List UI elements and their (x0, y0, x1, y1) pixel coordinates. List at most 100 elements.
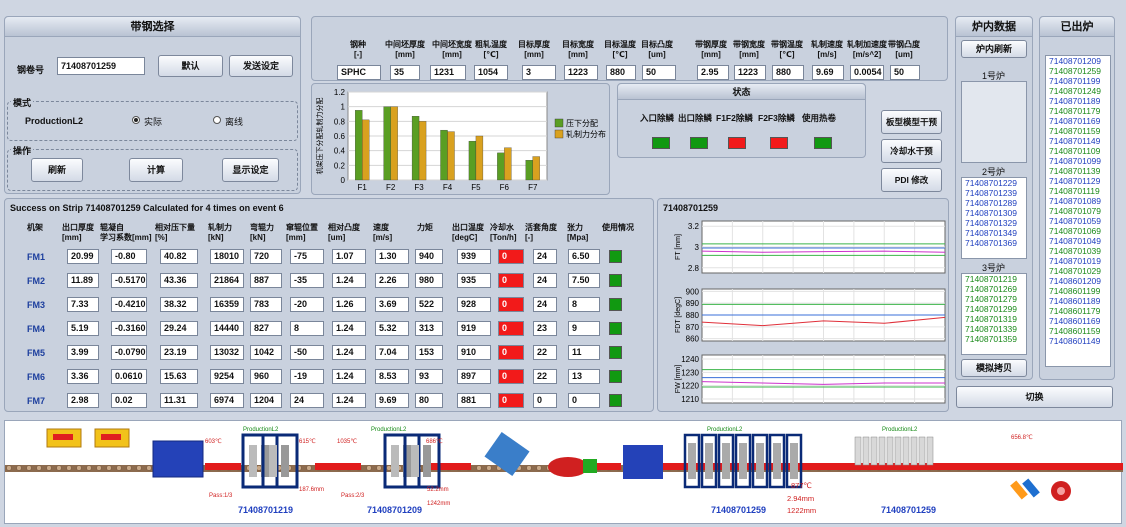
radio-actual[interactable] (132, 116, 140, 124)
furnace-2-list[interactable]: 71408701229 71408701239 71408701289 7140870… (961, 177, 1027, 259)
list-item[interactable]: 71408701279 (962, 294, 1026, 304)
calc-value-field[interactable]: 2.98 (67, 393, 99, 408)
list-item[interactable]: 71408701199 (1046, 76, 1110, 86)
calc-value-field[interactable]: 80 (415, 393, 443, 408)
calc-value-field[interactable]: 7.33 (67, 297, 99, 312)
list-item[interactable]: 71408701359 (962, 334, 1026, 344)
list-item[interactable]: 71408701259 (1046, 66, 1110, 76)
list-item[interactable]: 71408701059 (1046, 216, 1110, 226)
calc-value-field[interactable]: -20 (290, 297, 324, 312)
list-item[interactable]: 71408701339 (962, 324, 1026, 334)
calc-value-field[interactable]: -0.3160 (111, 321, 147, 336)
param-value-field[interactable]: 1223 (564, 65, 598, 80)
calc-value-field[interactable]: 3.36 (67, 369, 99, 384)
list-item[interactable]: 71408701129 (1046, 176, 1110, 186)
list-item[interactable]: 71408601209 (1046, 276, 1110, 286)
calc-value-field[interactable]: 8 (290, 321, 324, 336)
calc-value-field[interactable]: 7.04 (375, 345, 409, 360)
cooling-water-field[interactable]: 0 (498, 297, 524, 312)
param-value-field[interactable]: 9.69 (812, 65, 844, 80)
list-item[interactable]: 71408701239 (962, 188, 1026, 198)
calc-value-field[interactable]: 783 (250, 297, 282, 312)
list-item[interactable]: 71408701289 (962, 198, 1026, 208)
list-item[interactable]: 71408601189 (1046, 296, 1110, 306)
show-settings-button[interactable]: 显示设定 (222, 158, 279, 182)
calc-value-field[interactable]: 14440 (210, 321, 244, 336)
radio-offline[interactable] (213, 116, 221, 124)
cooling-water-field[interactable]: 0 (498, 249, 524, 264)
calc-value-field[interactable]: 1.26 (332, 297, 366, 312)
furnace-1-list[interactable] (961, 81, 1027, 163)
calc-value-field[interactable]: 8.53 (375, 369, 409, 384)
list-item[interactable]: 71408701039 (1046, 246, 1110, 256)
calc-value-field[interactable]: 6.50 (568, 249, 600, 264)
cooling-water-field[interactable]: 0 (498, 393, 524, 408)
calc-value-field[interactable]: 24 (290, 393, 324, 408)
coil-input[interactable]: 71408701259 (57, 57, 145, 75)
list-item[interactable]: 71408701119 (1046, 186, 1110, 196)
calc-value-field[interactable]: 1.07 (332, 249, 366, 264)
calc-value-field[interactable]: 1.30 (375, 249, 409, 264)
param-value-field[interactable]: 50 (890, 65, 920, 80)
calc-value-field[interactable]: 897 (457, 369, 491, 384)
list-item[interactable]: 71408701369 (962, 238, 1026, 248)
list-item[interactable]: 71408601169 (1046, 316, 1110, 326)
calc-value-field[interactable]: -35 (290, 273, 324, 288)
param-value-field[interactable]: 35 (390, 65, 420, 80)
list-item[interactable]: 71408701089 (1046, 196, 1110, 206)
calc-value-field[interactable]: 21864 (210, 273, 244, 288)
calc-value-field[interactable]: -0.5170 (111, 273, 147, 288)
cooling-water-field[interactable]: 0 (498, 345, 524, 360)
param-value-field[interactable]: 1231 (430, 65, 466, 80)
calc-value-field[interactable]: 1.24 (332, 369, 366, 384)
calc-value-field[interactable]: 5.32 (375, 321, 409, 336)
calc-value-field[interactable]: 1.24 (332, 321, 366, 336)
exited-list[interactable]: 71408701209 71408701259 71408701199 7140870… (1045, 55, 1111, 367)
switch-button[interactable]: 切换 (956, 386, 1113, 408)
calc-value-field[interactable]: 11.31 (160, 393, 198, 408)
calc-value-field[interactable]: 1.24 (332, 393, 366, 408)
furnace-refresh-button[interactable]: 炉内刷新 (961, 40, 1027, 58)
list-item[interactable]: 71408701179 (1046, 106, 1110, 116)
list-item[interactable]: 71408701299 (962, 304, 1026, 314)
calc-value-field[interactable]: 7.50 (568, 273, 600, 288)
calc-value-field[interactable]: 22 (533, 345, 557, 360)
calc-value-field[interactable]: -0.4210 (111, 297, 147, 312)
list-item[interactable]: 71408601159 (1046, 326, 1110, 336)
calc-value-field[interactable]: 940 (415, 249, 443, 264)
calc-value-field[interactable]: 15.63 (160, 369, 198, 384)
cooling-water-button[interactable]: 冷却水干预 (881, 139, 942, 163)
calc-value-field[interactable]: 13 (568, 369, 600, 384)
list-item[interactable]: 71408701099 (1046, 156, 1110, 166)
calc-value-field[interactable]: -0.80 (111, 249, 147, 264)
list-item[interactable]: 71408701229 (962, 178, 1026, 188)
calc-value-field[interactable]: 0.02 (111, 393, 147, 408)
calc-value-field[interactable]: 5.19 (67, 321, 99, 336)
calc-value-field[interactable]: 980 (415, 273, 443, 288)
list-item[interactable]: 71408701309 (962, 208, 1026, 218)
furnace-3-list[interactable]: 71408701219 71408701269 71408701279 7140870… (961, 273, 1027, 355)
list-item[interactable]: 71408601179 (1046, 306, 1110, 316)
calc-value-field[interactable]: 1.24 (332, 273, 366, 288)
list-item[interactable]: 71408701069 (1046, 226, 1110, 236)
calc-value-field[interactable]: 20.99 (67, 249, 99, 264)
calc-value-field[interactable]: 720 (250, 249, 282, 264)
list-item[interactable]: 71408701109 (1046, 146, 1110, 156)
calc-value-field[interactable]: 3.69 (375, 297, 409, 312)
list-item[interactable]: 71408701329 (962, 218, 1026, 228)
refresh-button[interactable]: 刷新 (31, 158, 83, 182)
send-settings-button[interactable]: 发送设定 (229, 55, 293, 77)
calc-value-field[interactable]: 23 (533, 321, 557, 336)
calc-value-field[interactable]: 9254 (210, 369, 244, 384)
cooling-water-field[interactable]: 0 (498, 273, 524, 288)
calc-value-field[interactable]: 939 (457, 249, 491, 264)
calc-value-field[interactable]: 2.26 (375, 273, 409, 288)
calc-value-field[interactable]: 40.82 (160, 249, 198, 264)
calc-value-field[interactable]: 11 (568, 345, 600, 360)
calculate-button[interactable]: 计算 (129, 158, 183, 182)
list-item[interactable]: 71408701079 (1046, 206, 1110, 216)
calc-value-field[interactable]: 9 (568, 321, 600, 336)
calc-value-field[interactable]: 910 (457, 345, 491, 360)
param-value-field[interactable]: 0.0054 (850, 65, 884, 80)
calc-value-field[interactable]: 935 (457, 273, 491, 288)
